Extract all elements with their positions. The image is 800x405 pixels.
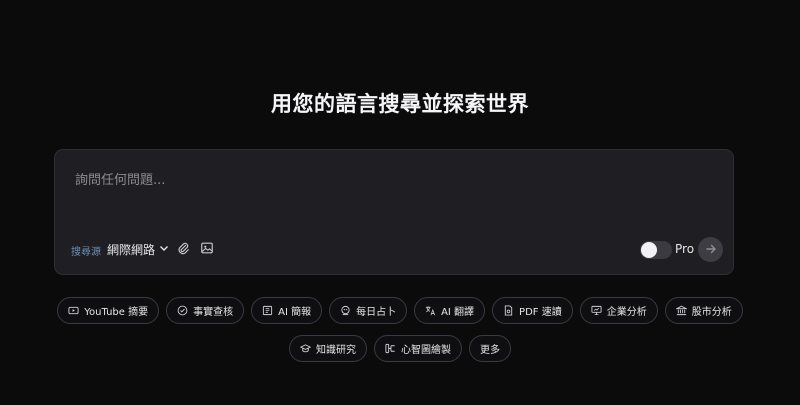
chip-label: 心智圖繪製 <box>401 345 451 356</box>
image-upload-button[interactable] <box>197 239 217 259</box>
chip-label: 更多 <box>480 345 500 356</box>
chip-label: AI 簡報 <box>278 307 312 318</box>
chip-label: 每日占卜 <box>356 307 397 318</box>
image-icon <box>200 240 214 259</box>
search-input[interactable] <box>75 173 675 188</box>
source-select[interactable]: 網際網路 <box>107 238 169 260</box>
fortune-icon <box>340 305 351 316</box>
chip-knowledge-research[interactable]: 知識研究 <box>289 335 367 362</box>
pdf-icon <box>503 305 514 316</box>
search-box: 搜尋源 網際網路 Pro <box>54 149 734 275</box>
chevron-down-icon <box>159 242 169 256</box>
chip-label: 股市分析 <box>691 307 732 318</box>
chip-youtube-summary[interactable]: YouTube 摘要 <box>57 297 160 324</box>
chip-fact-check[interactable]: 事實查核 <box>166 297 245 324</box>
pro-label: Pro <box>675 242 695 256</box>
chip-label: 企業分析 <box>606 307 647 318</box>
chip-business-analysis[interactable]: 企業分析 <box>579 297 658 324</box>
chip-ai-translate[interactable]: AI 翻譯 <box>414 297 486 324</box>
chip-mindmap[interactable]: 心智圖繪製 <box>374 335 462 362</box>
home-page: 用您的語言搜尋並探索世界 搜尋源 網際網路 Pro <box>0 0 800 405</box>
bank-icon <box>675 305 687 316</box>
slides-icon <box>262 305 273 316</box>
chip-pdf-speed-read[interactable]: PDF 速讀 <box>492 297 573 324</box>
attach-button[interactable] <box>173 239 193 259</box>
shortcut-chips-row-2: 知識研究 心智圖繪製 更多 <box>0 335 800 362</box>
chip-label: AI 翻譯 <box>441 307 475 318</box>
page-headline: 用您的語言搜尋並探索世界 <box>271 92 529 116</box>
source-select-value: 網際網路 <box>107 242 156 257</box>
youtube-icon <box>68 305 79 316</box>
graduation-cap-icon <box>300 343 311 354</box>
submit-button[interactable] <box>698 237 723 262</box>
chip-stock-analysis[interactable]: 股市分析 <box>664 297 743 324</box>
pro-toggle[interactable] <box>640 241 672 259</box>
mindmap-icon <box>385 343 396 354</box>
translate-icon <box>425 305 436 316</box>
shortcut-chips-row-1: YouTube 摘要 事實查核 AI 簡報 每日占卜 AI 翻譯 PDF 速讀 … <box>0 297 800 324</box>
arrow-right-icon <box>705 240 717 259</box>
check-circle-icon <box>177 305 188 316</box>
chip-label: YouTube 摘要 <box>84 307 149 318</box>
presentation-icon <box>591 305 602 316</box>
toggle-knob <box>641 242 657 258</box>
chip-ai-slides[interactable]: AI 簡報 <box>251 297 323 324</box>
source-label: 搜尋源 <box>71 247 101 258</box>
chip-daily-fortune[interactable]: 每日占卜 <box>329 297 408 324</box>
chip-label: 事實查核 <box>193 307 234 318</box>
paperclip-icon <box>176 240 190 259</box>
chip-label: 知識研究 <box>316 345 356 356</box>
chip-label: PDF 速讀 <box>519 307 562 318</box>
chip-more[interactable]: 更多 <box>469 335 511 362</box>
